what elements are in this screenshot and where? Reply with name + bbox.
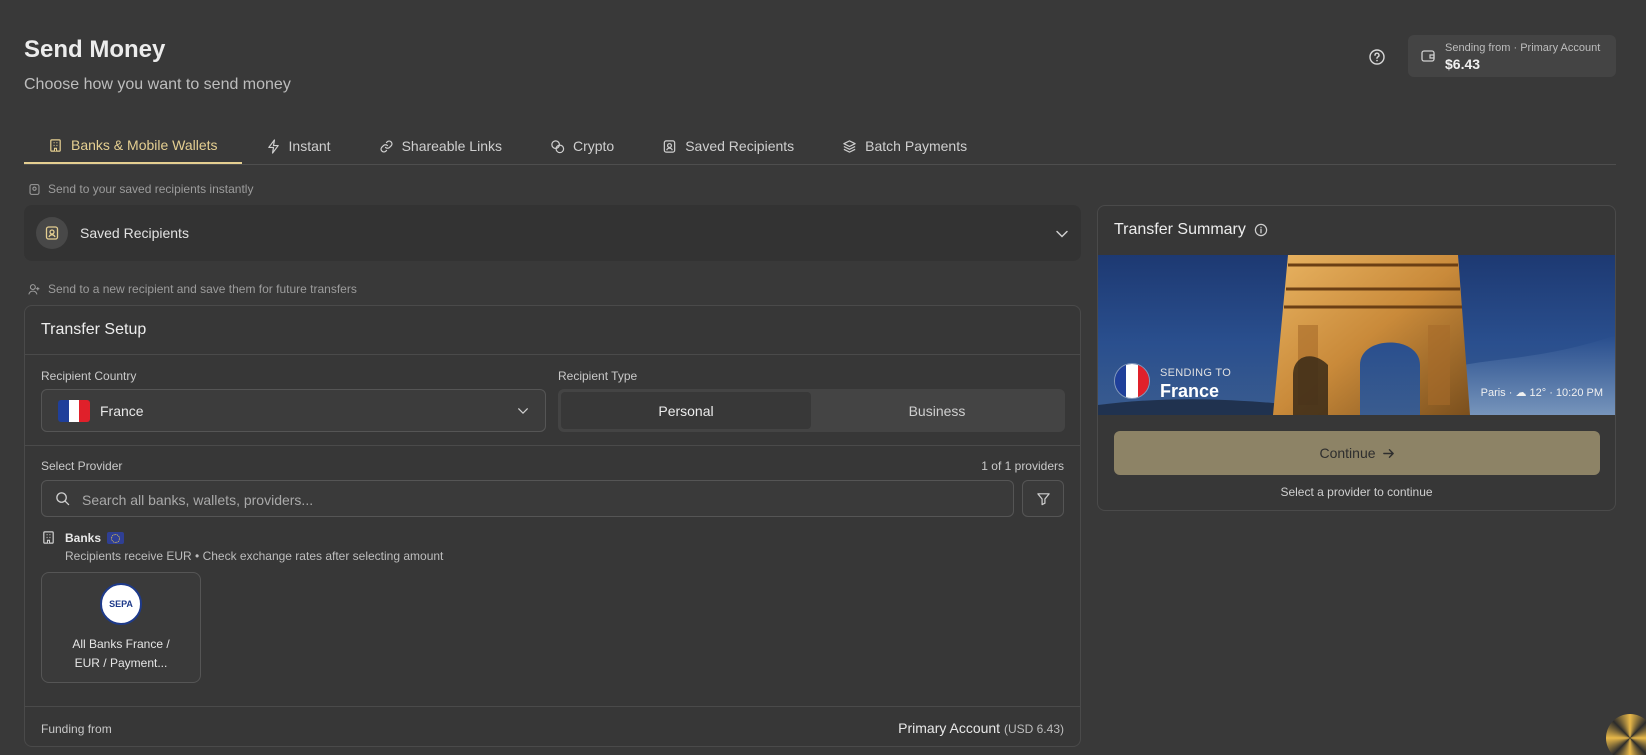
select-provider-label: Select Provider <box>41 459 123 473</box>
provider-search-input[interactable]: Search all banks, wallets, providers... <box>41 480 1014 517</box>
contact-icon <box>662 139 677 154</box>
bank-icon <box>41 530 56 545</box>
recipient-country-label: Recipient Country <box>41 369 137 383</box>
funding-account-name: Primary Account <box>898 720 1001 736</box>
transfer-setup-card: Transfer Setup Recipient Country France … <box>24 305 1081 747</box>
link-icon <box>379 139 394 154</box>
france-flag-icon <box>58 400 90 422</box>
tab-batch-payments[interactable]: Batch Payments <box>818 128 991 164</box>
filter-icon <box>1036 491 1051 506</box>
search-placeholder: Search all banks, wallets, providers... <box>82 492 314 508</box>
banks-group-header: Banks <box>65 531 125 545</box>
select-provider-note: Select a provider to continue <box>1280 485 1433 499</box>
new-recipient-hint-text: Send to a new recipient and save them fo… <box>48 282 357 296</box>
sending-to-label: SENDING TO <box>1160 367 1232 379</box>
banks-group-subtitle: Recipients receive EUR • Check exchange … <box>65 549 444 563</box>
tab-shareable-links[interactable]: Shareable Links <box>355 128 526 164</box>
saved-recipients-dropdown[interactable]: Saved Recipients <box>24 205 1081 261</box>
lightning-icon <box>266 138 281 154</box>
destination-weather-time: Paris · ☁ 12° · 10:20 PM <box>1480 387 1603 399</box>
tab-bar: Banks & Mobile Wallets Instant Shareable… <box>24 128 1616 165</box>
search-icon <box>55 491 70 506</box>
transfer-setup-title: Transfer Setup <box>41 321 147 338</box>
saved-hint-text: Send to your saved recipients instantly <box>48 182 254 196</box>
recipient-country-value: France <box>100 403 144 419</box>
balance-card[interactable]: Sending from · Primary Account $6.43 <box>1408 35 1616 77</box>
balance-amount: $6.43 <box>1445 56 1481 72</box>
destination-image: SENDING TO France Paris · ☁ 12° · 10:20 … <box>1098 255 1615 415</box>
tab-label: Instant <box>288 138 331 154</box>
provider-name-line1: All Banks France / <box>72 637 170 651</box>
recipient-country-select[interactable]: France <box>41 389 546 432</box>
funding-account: Primary Account (USD 6.43) <box>898 720 1064 736</box>
provider-name: All Banks France / EUR / Payment... <box>42 635 200 673</box>
sepa-logo-icon: SEPA <box>100 583 142 625</box>
provider-name-line2: EUR / Payment... <box>74 656 168 670</box>
tab-label: Batch Payments <box>865 138 968 154</box>
recipient-type-toggle: Personal Business <box>558 389 1065 432</box>
contact-icon <box>36 217 68 249</box>
recipient-type-label: Recipient Type <box>558 369 638 383</box>
saved-recipients-label: Saved Recipients <box>80 225 189 241</box>
user-plus-icon <box>28 283 41 296</box>
bank-icon <box>48 138 63 153</box>
help-icon[interactable] <box>1368 48 1386 66</box>
recipient-type-business[interactable]: Business <box>812 392 1062 429</box>
funding-account-amount: (USD 6.43) <box>1003 722 1064 736</box>
transfer-summary-title: Transfer Summary <box>1114 221 1246 238</box>
funding-label: Funding from <box>41 722 112 736</box>
divider <box>25 354 1080 355</box>
destination-country: France <box>1160 381 1220 401</box>
balance-label: Sending from · Primary Account <box>1445 42 1601 54</box>
continue-label: Continue <box>1319 445 1376 461</box>
layers-icon <box>842 139 857 154</box>
tab-label: Banks & Mobile Wallets <box>71 137 218 153</box>
recipient-type-personal[interactable]: Personal <box>561 392 811 429</box>
provider-card-all-banks-france[interactable]: SEPA All Banks France / EUR / Payment... <box>41 572 201 683</box>
saved-hint: Send to your saved recipients instantly <box>28 182 253 196</box>
tab-saved-recipients[interactable]: Saved Recipients <box>638 128 818 164</box>
assistant-launcher-icon[interactable] <box>1606 714 1646 755</box>
continue-button[interactable]: Continue <box>1114 431 1600 475</box>
tab-instant[interactable]: Instant <box>242 128 355 164</box>
transfer-summary-header: Transfer Summary <box>1114 221 1268 239</box>
coins-icon <box>550 139 565 154</box>
sepa-logo-text: SEPA <box>109 599 133 609</box>
info-icon[interactable] <box>1254 223 1268 237</box>
france-flag-icon <box>1114 363 1150 399</box>
contact-icon <box>28 183 41 196</box>
transfer-summary-card: Transfer Summary SENDING TO France Paris… <box>1097 205 1616 511</box>
banks-group-name: Banks <box>65 531 102 545</box>
page-subtitle: Choose how you want to send money <box>24 76 291 93</box>
filter-button[interactable] <box>1022 480 1064 517</box>
chevron-down-icon <box>1055 227 1069 241</box>
page-title: Send Money <box>24 36 166 63</box>
new-recipient-hint: Send to a new recipient and save them fo… <box>28 282 357 296</box>
tab-label: Saved Recipients <box>685 138 795 154</box>
divider <box>25 445 1080 446</box>
tab-label: Shareable Links <box>401 138 502 154</box>
eu-flag-icon <box>107 532 125 544</box>
tab-label: Crypto <box>572 138 615 154</box>
tab-banks-mobile-wallets[interactable]: Banks & Mobile Wallets <box>24 128 242 164</box>
divider <box>25 706 1080 707</box>
provider-count: 1 of 1 providers <box>981 459 1064 473</box>
arrow-right-icon <box>1382 447 1395 460</box>
chevron-down-icon <box>517 405 529 417</box>
wallet-icon <box>1420 48 1436 64</box>
tab-crypto[interactable]: Crypto <box>526 128 638 164</box>
